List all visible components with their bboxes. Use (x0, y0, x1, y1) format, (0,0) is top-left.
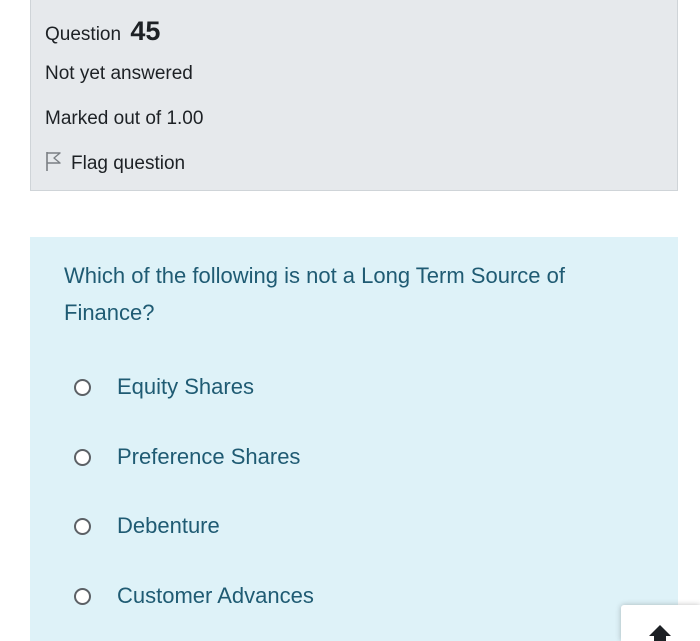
question-marks: Marked out of 1.00 (45, 108, 204, 129)
answer-option-label: Customer Advances (117, 583, 314, 608)
question-info-box: Question 45 Not yet answered Marked out … (30, 0, 678, 191)
radio-unchecked-icon[interactable] (74, 378, 91, 396)
flag-question-label: Flag question (71, 153, 186, 174)
answer-option-label: Preference Shares (117, 444, 301, 469)
answer-option-label: Debenture (117, 513, 220, 538)
question-number: 45 (130, 16, 161, 46)
flag-question-link[interactable]: Flag question (45, 150, 185, 178)
answer-option-customer-advances[interactable]: Customer Advances (74, 583, 314, 609)
quiz-page: Question 45 Not yet answered Marked out … (0, 0, 700, 641)
flag-icon (45, 150, 71, 178)
back-to-top-button[interactable] (621, 605, 700, 641)
answer-status: Not yet answered (45, 63, 193, 84)
answer-option-label: Equity Shares (117, 374, 254, 399)
answer-option-debenture[interactable]: Debenture (74, 513, 220, 539)
radio-unchecked-icon[interactable] (74, 517, 91, 535)
radio-unchecked-icon[interactable] (74, 448, 91, 466)
question-panel: Which of the following is not a Long Ter… (30, 237, 678, 641)
radio-unchecked-icon[interactable] (74, 587, 91, 605)
answer-option-preference-shares[interactable]: Preference Shares (74, 444, 300, 470)
question-title: Question 45 (45, 16, 160, 47)
question-text: Which of the following is not a Long Ter… (64, 263, 565, 325)
question-label: Question (45, 24, 122, 45)
answer-option-equity-shares[interactable]: Equity Shares (74, 374, 254, 400)
